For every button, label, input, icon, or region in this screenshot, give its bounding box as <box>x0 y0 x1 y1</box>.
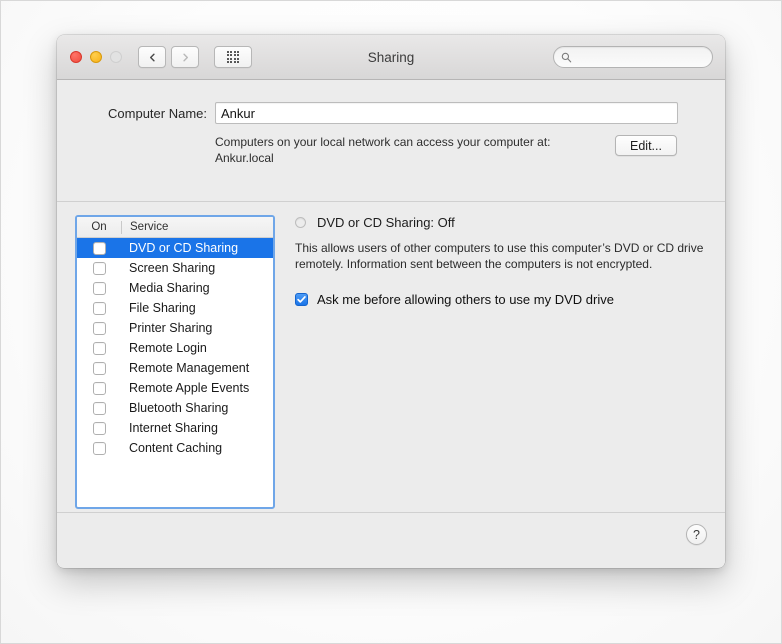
service-name-label: DVD or CD Sharing <box>129 241 239 255</box>
service-name-label: Remote Apple Events <box>129 381 250 395</box>
computer-name-row: Computer Name: <box>57 102 725 124</box>
service-checkbox-cell <box>77 421 121 435</box>
page-background: Sharing Computer Name: Ankur Computers o… <box>0 0 782 644</box>
service-enable-checkbox[interactable] <box>92 241 106 255</box>
service-enable-checkbox[interactable] <box>92 401 106 415</box>
show-all-button[interactable] <box>214 46 252 68</box>
help-button[interactable]: ? <box>686 524 707 545</box>
edit-button[interactable]: Edit... <box>615 135 677 156</box>
service-enable-checkbox[interactable] <box>92 261 106 275</box>
service-list[interactable]: On Service DVD or CD Sharing Screen Shari… <box>75 215 275 509</box>
traffic-light-group <box>70 51 122 63</box>
search-input[interactable] <box>576 51 725 63</box>
service-enable-checkbox[interactable] <box>92 301 106 315</box>
sharing-body: On Service DVD or CD Sharing Screen Shari… <box>57 202 725 512</box>
forward-button <box>171 46 199 68</box>
service-detail-panel: DVD or CD Sharing: Off This allows users… <box>295 215 707 307</box>
chevron-left-icon <box>149 53 155 61</box>
service-enable-checkbox[interactable] <box>92 381 106 395</box>
window-titlebar: Sharing <box>57 35 725 80</box>
service-name-label: Content Caching <box>129 441 223 455</box>
chevron-right-icon <box>182 53 188 61</box>
service-checkbox-cell <box>77 441 121 455</box>
service-checkbox-cell <box>77 261 121 275</box>
service-checkbox-cell <box>77 301 121 315</box>
service-checkbox-cell <box>77 401 121 415</box>
back-button[interactable] <box>138 46 166 68</box>
search-icon <box>561 52 572 63</box>
service-status-title: DVD or CD Sharing: Off <box>317 215 455 230</box>
service-enable-checkbox[interactable] <box>92 361 106 375</box>
local-hostname: Ankur.local <box>215 150 274 165</box>
service-row[interactable]: Remote Management <box>77 358 273 378</box>
service-checkbox-cell <box>77 321 121 335</box>
sharing-preferences-window: Sharing Computer Name: Ankur Computers o… <box>57 35 725 568</box>
service-checkbox-cell <box>77 361 121 375</box>
ask-before-allowing-label: Ask me before allowing others to use my … <box>317 292 614 307</box>
service-name-label: Bluetooth Sharing <box>129 401 229 415</box>
network-access-text: Computers on your local network can acce… <box>215 135 615 166</box>
service-enable-checkbox[interactable] <box>92 341 106 355</box>
service-enable-checkbox[interactable] <box>92 321 106 335</box>
computer-name-section: Computer Name: Computers on your local n… <box>57 80 725 202</box>
service-row[interactable]: Screen Sharing <box>77 258 273 278</box>
service-name-label: Media Sharing <box>129 281 210 295</box>
service-enable-checkbox[interactable] <box>92 421 106 435</box>
window-footer: ? <box>57 512 725 567</box>
service-name-label: File Sharing <box>129 301 196 315</box>
service-row[interactable]: Bluetooth Sharing <box>77 398 273 418</box>
service-description: This allows users of other computers to … <box>295 241 704 271</box>
status-indicator-icon <box>295 217 306 228</box>
service-checkbox-cell <box>77 241 121 255</box>
service-name-label: Screen Sharing <box>129 261 216 275</box>
service-row[interactable]: Content Caching <box>77 438 273 458</box>
service-checkbox-cell <box>77 341 121 355</box>
service-list-rows: DVD or CD Sharing Screen Sharing Media Sha… <box>77 238 273 458</box>
network-access-description: Computers on your local network can acce… <box>215 135 551 149</box>
computer-name-input[interactable] <box>215 102 678 124</box>
service-name-label: Internet Sharing <box>129 421 218 435</box>
service-row[interactable]: Media Sharing <box>77 278 273 298</box>
service-checkbox-cell <box>77 381 121 395</box>
service-row[interactable]: Remote Apple Events <box>77 378 273 398</box>
service-name-label: Printer Sharing <box>129 321 213 335</box>
service-row[interactable]: Internet Sharing <box>77 418 273 438</box>
network-access-row: Computers on your local network can acce… <box>57 135 725 166</box>
service-status-row: DVD or CD Sharing: Off <box>295 215 707 230</box>
zoom-button <box>110 51 122 63</box>
computer-name-label: Computer Name: <box>108 106 207 121</box>
navigation-buttons <box>138 46 199 68</box>
ask-before-allowing-row[interactable]: Ask me before allowing others to use my … <box>295 292 707 307</box>
column-header-service: Service <box>130 221 169 233</box>
service-list-header: On Service <box>77 217 273 238</box>
minimize-button[interactable] <box>90 51 102 63</box>
service-row[interactable]: DVD or CD Sharing <box>77 238 273 258</box>
service-enable-checkbox[interactable] <box>92 441 106 455</box>
service-row[interactable]: Remote Login <box>77 338 273 358</box>
search-field[interactable] <box>553 46 725 68</box>
service-name-label: Remote Management <box>129 361 250 375</box>
service-enable-checkbox[interactable] <box>92 281 106 295</box>
ask-before-allowing-checkbox[interactable] <box>295 293 308 306</box>
column-header-on: On <box>91 221 107 233</box>
service-checkbox-cell <box>77 281 121 295</box>
grid-dots-icon <box>226 50 240 64</box>
service-name-label: Remote Login <box>129 341 207 355</box>
close-button[interactable] <box>70 51 82 63</box>
service-row[interactable]: Printer Sharing <box>77 318 273 338</box>
service-row[interactable]: File Sharing <box>77 298 273 318</box>
